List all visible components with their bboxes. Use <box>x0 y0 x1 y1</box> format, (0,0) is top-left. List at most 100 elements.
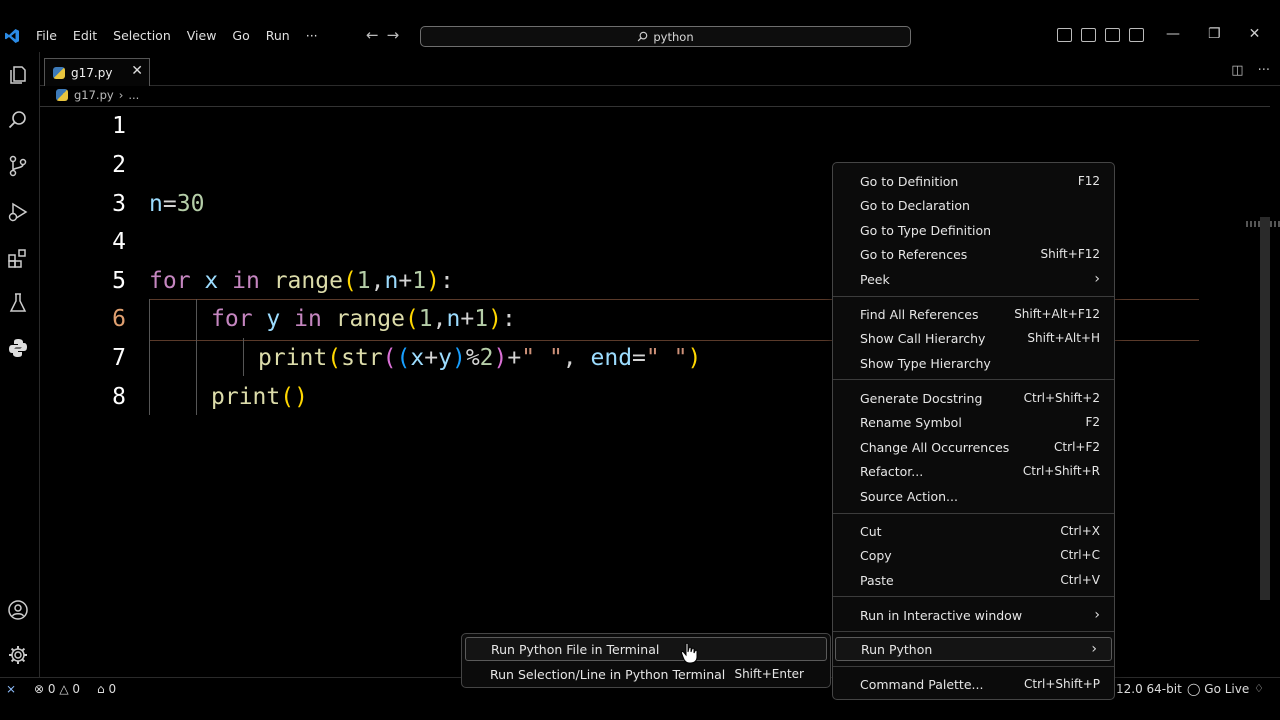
vertical-scrollbar[interactable] <box>1260 217 1270 600</box>
menu-run[interactable]: Run <box>258 28 298 43</box>
menu-item-label: Generate Docstring <box>860 390 983 406</box>
menu-item-run-in-interactive-window[interactable]: Run in Interactive window › <box>833 603 1114 627</box>
menu-item-run-selection-line[interactable]: Run Selection/Line in Python Terminal Shi… <box>462 662 830 686</box>
token-number: 1 <box>418 306 433 332</box>
go-live-button[interactable]: ◯ Go Live <box>1187 682 1249 696</box>
token-bracket: ) <box>687 345 702 371</box>
toggle-panel-icon[interactable] <box>1081 28 1096 42</box>
token-bracket: ( <box>382 345 397 371</box>
token-number: 1 <box>474 306 489 332</box>
tab-bar: g17.py ✕ ◫ ··· <box>40 52 1280 86</box>
split-editor-icon[interactable]: ◫ <box>1231 63 1243 78</box>
customize-layout-icon[interactable] <box>1129 28 1144 42</box>
menu-item-shortcut: Ctrl+X <box>1060 524 1100 538</box>
command-center-search[interactable]: python <box>420 26 911 47</box>
menu-item-go-to-references[interactable]: Go to References Shift+F12 <box>833 242 1114 266</box>
menu-item-go-to-definition[interactable]: Go to Definition F12 <box>833 169 1114 193</box>
python-interpreter[interactable]: 12.0 64-bit <box>1116 682 1182 696</box>
source-control-icon[interactable] <box>7 155 29 177</box>
forward-arrow-icon[interactable]: → <box>387 26 400 44</box>
menu-item-shortcut: Shift+Enter <box>734 667 804 681</box>
menu-go[interactable]: Go <box>224 28 257 43</box>
menu-item-run-python[interactable]: Run Python › <box>835 637 1112 661</box>
run-debug-icon[interactable] <box>7 201 29 223</box>
menu-item-go-to-declaration[interactable]: Go to Declaration <box>833 193 1114 217</box>
submenu-arrow-icon: › <box>1094 271 1100 287</box>
notifications-bell-icon[interactable]: ♢ <box>1254 682 1264 695</box>
line-number: 4 <box>112 229 126 255</box>
indent-guide <box>196 299 197 415</box>
menu-view[interactable]: View <box>179 28 225 43</box>
warning-icon: △ <box>59 682 69 696</box>
toggle-primary-sidebar-icon[interactable] <box>1057 28 1072 42</box>
menu-item-shortcut: F12 <box>1077 174 1100 188</box>
token-variable: n <box>149 191 163 217</box>
menu-item-run-python-file-in-terminal[interactable]: Run Python File in Terminal <box>465 637 827 661</box>
menu-file[interactable]: File <box>28 28 65 43</box>
explorer-icon[interactable] <box>7 64 29 86</box>
line-number: 8 <box>112 384 126 410</box>
menu-item-change-all-occurrences[interactable]: Change All Occurrences Ctrl+F2 <box>833 435 1114 459</box>
menu-item-shortcut: F2 <box>1085 415 1100 429</box>
menu-item-source-action[interactable]: Source Action... <box>833 484 1114 508</box>
menu-item-generate-docstring[interactable]: Generate Docstring Ctrl+Shift+2 <box>833 386 1114 410</box>
toggle-secondary-sidebar-icon[interactable] <box>1105 28 1120 42</box>
close-tab-icon[interactable]: ✕ <box>131 63 143 79</box>
menu-item-copy[interactable]: Copy Ctrl+C <box>833 543 1114 567</box>
token-parameter: end <box>590 345 633 371</box>
restore-icon[interactable]: ❐ <box>1208 26 1221 42</box>
token-bracket: ) <box>488 306 502 332</box>
search-icon[interactable] <box>7 109 29 131</box>
token-variable: n <box>446 306 461 332</box>
menu-item-command-palette[interactable]: Command Palette... Ctrl+Shift+P <box>833 672 1114 696</box>
settings-gear-icon[interactable] <box>7 644 29 666</box>
command-center-text: python <box>653 29 694 44</box>
menu-item-cut[interactable]: Cut Ctrl+X <box>833 519 1114 543</box>
problems-status[interactable]: ⊗ 0 △ 0 <box>34 682 80 696</box>
menu-item-label: Go to Definition <box>860 173 959 189</box>
token-keyword: in <box>294 306 322 332</box>
token-function: print <box>211 384 281 410</box>
menu-item-label: Source Action... <box>860 488 958 504</box>
menu-item-peek[interactable]: Peek › <box>833 267 1114 291</box>
minimize-icon[interactable]: — <box>1166 26 1180 42</box>
token-variable: x <box>410 345 425 371</box>
tab-g17-py[interactable]: g17.py ✕ <box>44 58 150 86</box>
menu-item-rename-symbol[interactable]: Rename Symbol F2 <box>833 410 1114 434</box>
back-arrow-icon[interactable]: ← <box>366 26 379 44</box>
menu-item-label: Rename Symbol <box>860 414 962 430</box>
menu-item-refactor[interactable]: Refactor... Ctrl+Shift+R <box>833 459 1114 483</box>
breadcrumb-symbols[interactable]: ... <box>128 88 139 102</box>
menu-item-shortcut: Ctrl+Shift+P <box>1024 677 1100 691</box>
menu-item-label: Copy <box>860 547 892 563</box>
token-string: " " <box>521 345 563 371</box>
token-bracket: () <box>280 384 308 410</box>
menu-item-go-to-type-definition[interactable]: Go to Type Definition <box>833 218 1114 242</box>
menu-item-show-type-hierarchy[interactable]: Show Type Hierarchy <box>833 351 1114 375</box>
menu-item-paste[interactable]: Paste Ctrl+V <box>833 568 1114 592</box>
ports-icon: ⌂ <box>97 682 105 696</box>
testing-icon[interactable] <box>7 292 29 314</box>
code-line-6: for y in range(1,n+1): <box>211 306 516 332</box>
python-icon[interactable] <box>7 337 29 359</box>
menu-item-label: Go to Declaration <box>860 197 970 213</box>
menu-item-show-call-hierarchy[interactable]: Show Call Hierarchy Shift+Alt+H <box>833 326 1114 350</box>
menu-selection[interactable]: Selection <box>105 28 179 43</box>
go-live-label: Go Live <box>1204 682 1250 696</box>
close-window-icon[interactable]: ✕ <box>1249 26 1261 42</box>
breadcrumb-file[interactable]: g17.py <box>74 88 114 102</box>
extensions-icon[interactable] <box>7 247 29 269</box>
menu-item-shortcut: Ctrl+F2 <box>1054 440 1100 454</box>
remote-indicator-icon[interactable]: ⨯ <box>6 682 16 696</box>
menu-separator <box>833 296 1114 297</box>
line-number: 2 <box>112 152 126 178</box>
ports-status[interactable]: ⌂ 0 <box>97 682 116 696</box>
token-operator: = <box>632 345 646 371</box>
tab-label: g17.py <box>71 65 113 80</box>
line-number-active: 6 <box>112 306 126 332</box>
menu-item-find-all-references[interactable]: Find All References Shift+Alt+F12 <box>833 302 1114 326</box>
account-icon[interactable] <box>7 599 29 621</box>
more-actions-icon[interactable]: ··· <box>1258 63 1270 78</box>
menu-edit[interactable]: Edit <box>65 28 105 43</box>
menu-more[interactable]: ··· <box>298 28 326 43</box>
